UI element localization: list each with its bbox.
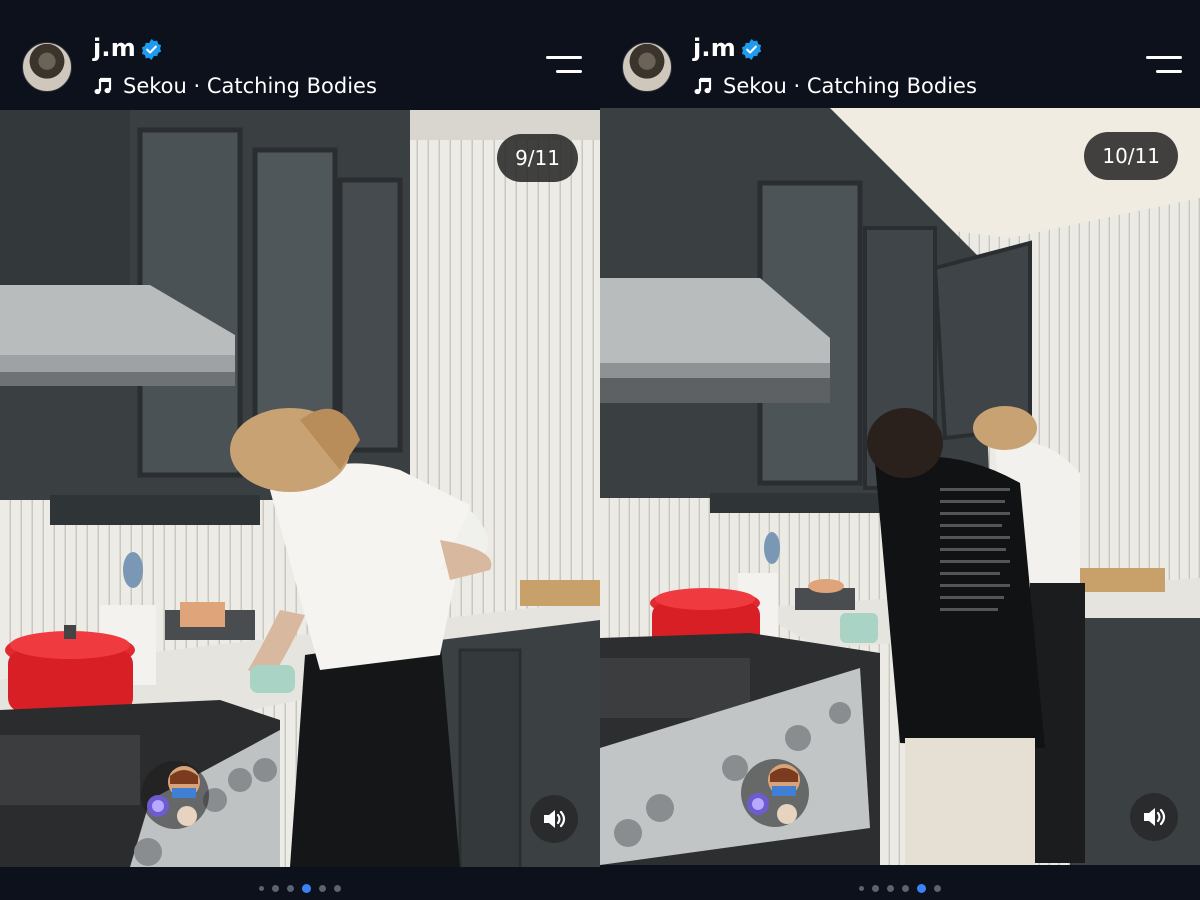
verified-badge-icon <box>741 38 762 61</box>
post-panel-left: j.m Sekou · Catching Bodies 9/11 <box>0 0 600 900</box>
menu-icon <box>1146 56 1182 59</box>
reaction-avatars[interactable] <box>140 760 210 830</box>
music-note-icon <box>94 77 112 95</box>
username[interactable]: j.m <box>693 34 736 62</box>
post-photo[interactable]: 10/11 <box>600 108 1200 865</box>
profile-avatar[interactable] <box>22 42 72 92</box>
music-info[interactable]: Sekou · Catching Bodies <box>693 74 977 98</box>
post-photo[interactable]: 9/11 <box>0 110 600 867</box>
music-title: Sekou · Catching Bodies <box>723 74 977 98</box>
speaker-icon <box>1144 808 1166 826</box>
slide-counter: 9/11 <box>497 134 578 182</box>
post-header: j.m Sekou · Catching Bodies <box>600 0 1200 110</box>
music-title: Sekou · Catching Bodies <box>123 74 377 98</box>
carousel-dot[interactable] <box>934 884 941 892</box>
carousel-dot[interactable] <box>287 884 294 892</box>
menu-icon <box>546 56 582 59</box>
carousel-dot-active[interactable] <box>917 883 926 893</box>
reaction-avatars[interactable] <box>740 758 810 828</box>
sound-toggle-button[interactable] <box>1130 793 1178 841</box>
post-panel-right: j.m Sekou · Catching Bodies 10/11 <box>600 0 1200 900</box>
profile-avatar[interactable] <box>622 42 672 92</box>
carousel-dots <box>0 878 600 898</box>
carousel-dot-active[interactable] <box>302 883 311 893</box>
music-info[interactable]: Sekou · Catching Bodies <box>93 74 377 98</box>
username[interactable]: j.m <box>93 34 136 62</box>
carousel-dot[interactable] <box>872 884 879 892</box>
menu-button[interactable] <box>546 56 584 78</box>
carousel-dot[interactable] <box>319 884 326 892</box>
carousel-dot[interactable] <box>272 884 279 892</box>
carousel-dots <box>600 878 1200 898</box>
carousel-dot[interactable] <box>334 884 341 892</box>
kitchen-photo <box>0 110 600 867</box>
menu-button[interactable] <box>1146 56 1184 78</box>
carousel-dot[interactable] <box>887 884 894 892</box>
carousel-dot[interactable] <box>859 885 864 891</box>
carousel-dot[interactable] <box>902 884 909 892</box>
kitchen-photo <box>600 108 1200 865</box>
verified-badge-icon <box>141 38 162 61</box>
speaker-icon <box>544 810 566 828</box>
music-note-icon <box>694 77 712 95</box>
post-header: j.m Sekou · Catching Bodies <box>0 0 600 110</box>
sound-toggle-button[interactable] <box>530 795 578 843</box>
carousel-dot[interactable] <box>259 885 264 891</box>
slide-counter: 10/11 <box>1084 132 1178 180</box>
